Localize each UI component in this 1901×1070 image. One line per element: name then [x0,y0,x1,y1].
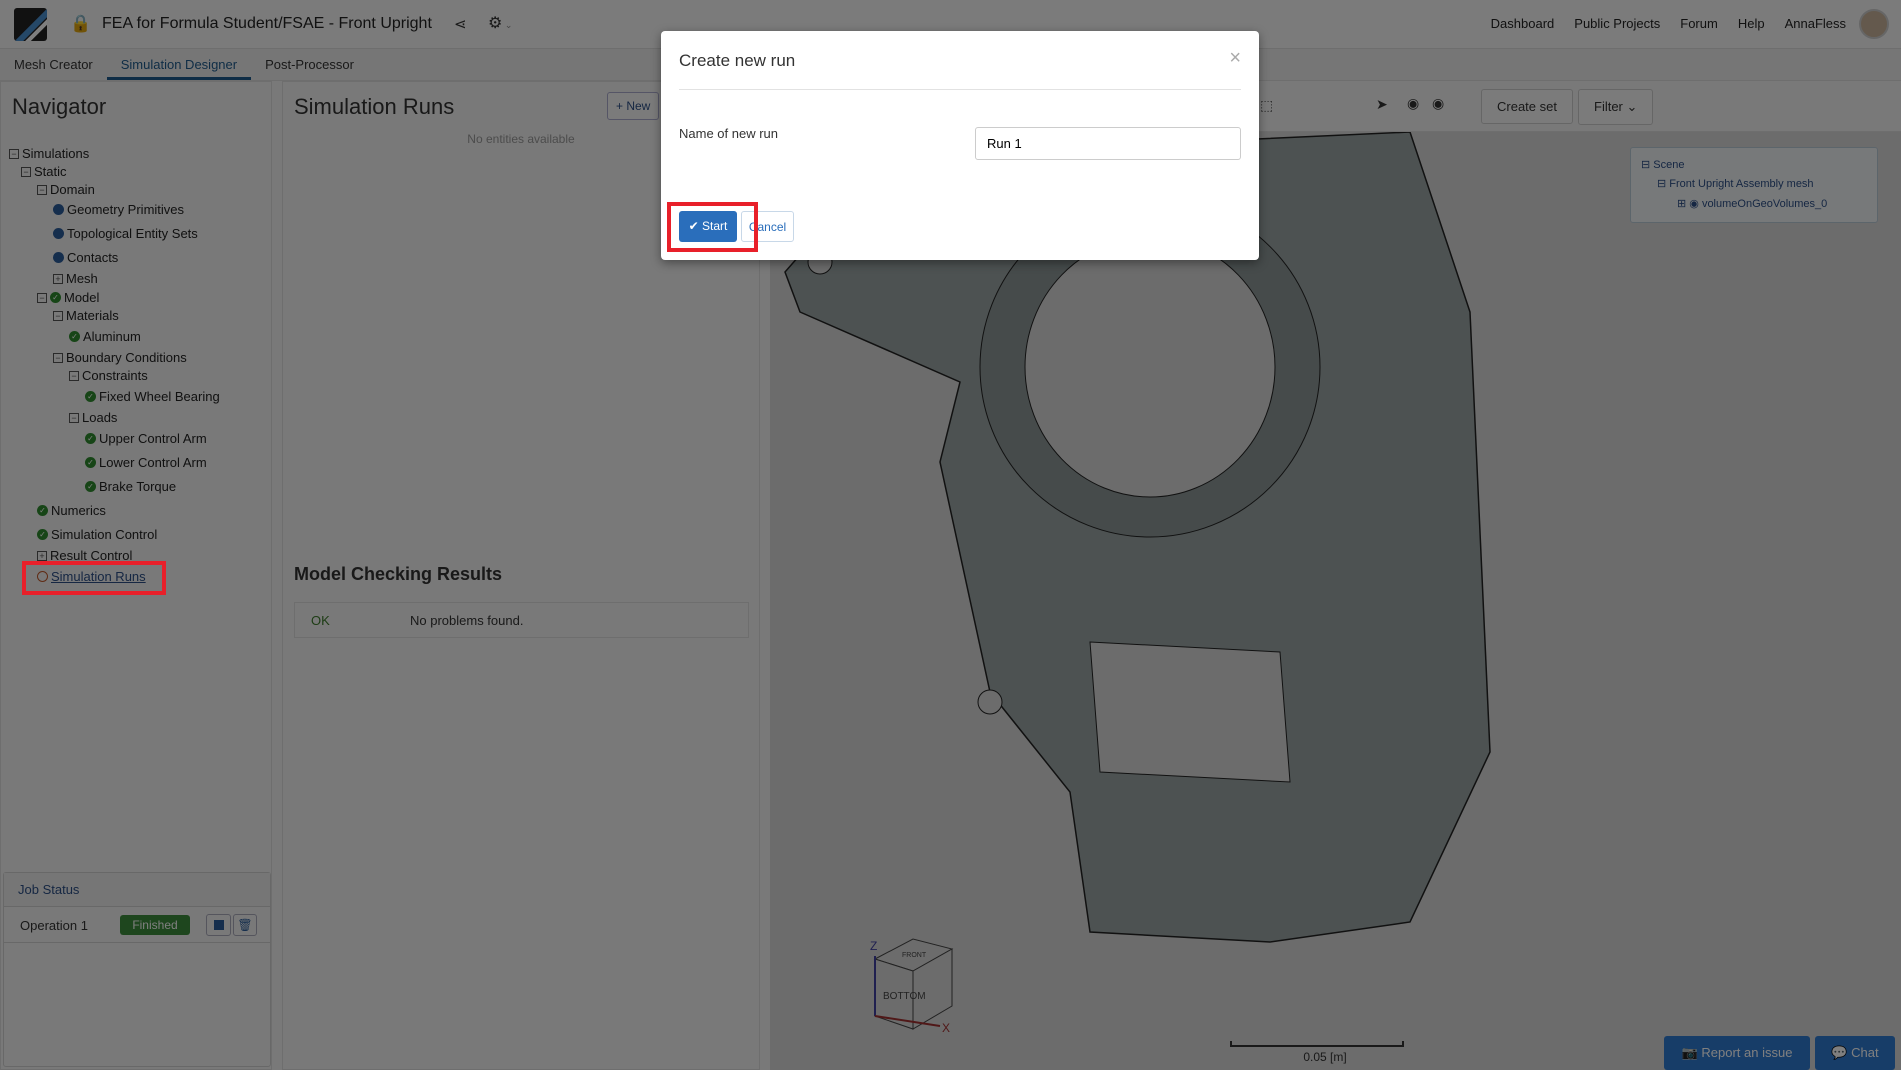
run-name-input[interactable] [975,127,1241,160]
highlight-start-button [667,202,758,252]
highlight-simulation-runs [22,561,166,595]
dialog-divider [679,89,1241,90]
close-icon[interactable]: × [1229,47,1241,70]
run-name-label: Name of new run [679,126,778,141]
dialog-title: Create new run [679,51,796,70]
